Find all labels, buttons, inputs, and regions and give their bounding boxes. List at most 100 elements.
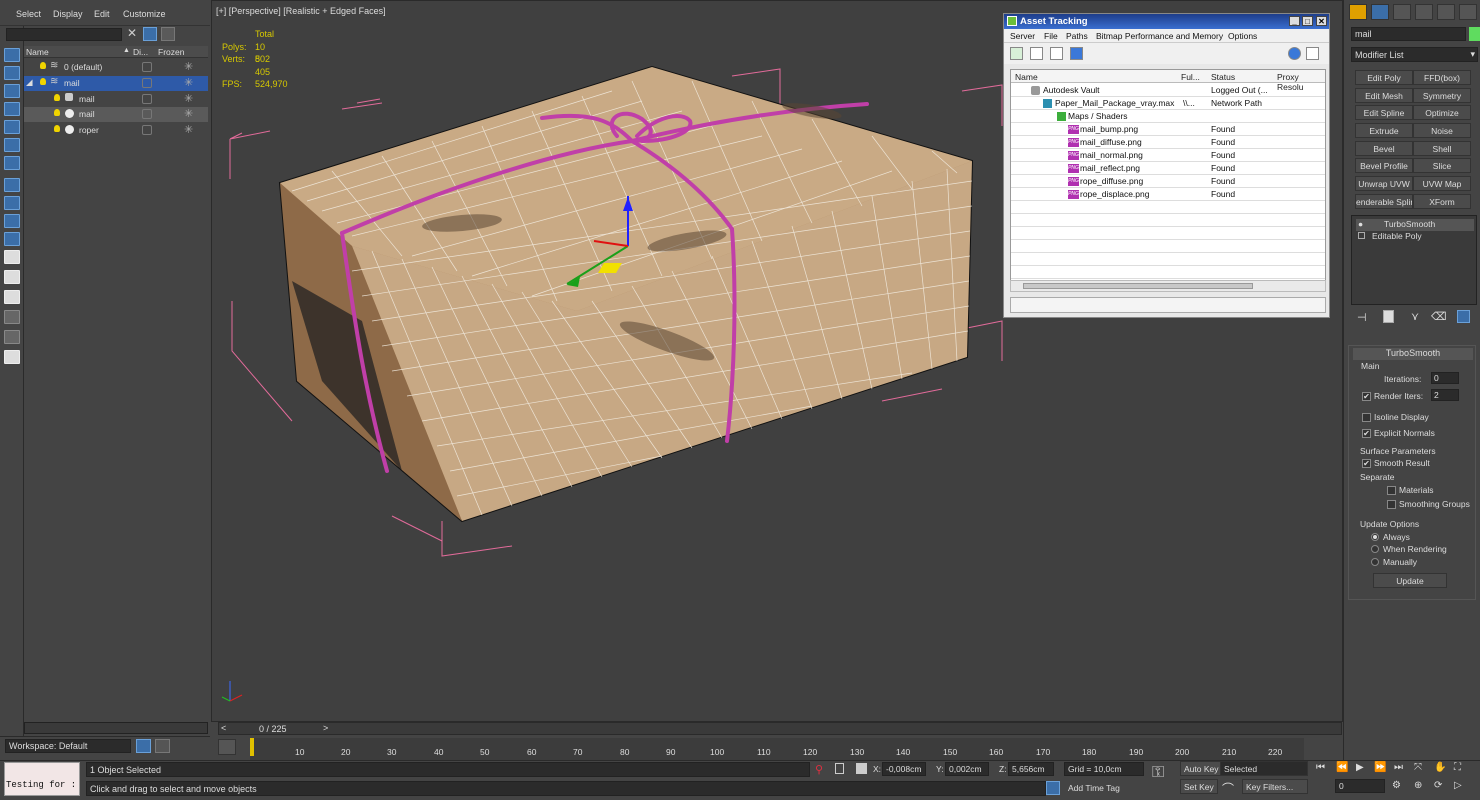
collapse-arrow-icon[interactable]: ◢ — [26, 77, 33, 88]
spacewarp-filter-icon[interactable] — [4, 156, 20, 170]
edit-mesh-button[interactable]: Edit Mesh — [1355, 88, 1413, 103]
light-filter-icon[interactable] — [4, 102, 20, 116]
container-filter-icon[interactable] — [4, 232, 20, 246]
object-row-mail-selected[interactable]: mail ✳ — [24, 107, 208, 122]
asset-row[interactable]: Maps / Shaders — [1011, 110, 1325, 123]
xform-button[interactable]: XForm — [1413, 194, 1471, 209]
time-configuration-icon[interactable]: ⚙ — [1392, 780, 1401, 791]
uvw-map-button[interactable]: UVW Map — [1413, 176, 1471, 191]
isolate-selection-icon[interactable]: ⚲ — [815, 763, 823, 776]
play-icon[interactable]: ▶ — [1356, 762, 1364, 773]
bone-filter-icon[interactable] — [4, 214, 20, 228]
lightbulb-icon[interactable]: ● — [1358, 219, 1363, 229]
freeze-icon[interactable]: ✳ — [184, 92, 193, 105]
time-slider[interactable]: < 0 / 225 > — [218, 722, 1342, 735]
update-button[interactable]: Update — [1373, 573, 1447, 588]
freeze-icon[interactable]: ✳ — [184, 107, 193, 120]
hidden-filter-icon[interactable] — [4, 270, 20, 284]
invert-filter-icon[interactable] — [4, 350, 20, 364]
lightbulb-icon[interactable] — [40, 62, 46, 69]
column-display[interactable]: Di... — [133, 47, 148, 57]
asset-row[interactable]: PNGrope_displace.png Found — [1011, 188, 1325, 201]
go-to-end-icon[interactable]: ⏭ — [1394, 762, 1403, 773]
next-frame-arrow-icon[interactable]: > — [323, 723, 328, 733]
maximize-icon[interactable]: □ — [1302, 16, 1313, 26]
configure-sets-icon[interactable] — [1457, 310, 1470, 323]
x-coordinate-field[interactable]: -0,008cm — [882, 762, 926, 776]
display-tab-icon[interactable] — [1437, 4, 1455, 20]
smoothing-groups-checkbox[interactable] — [1387, 500, 1396, 509]
time-cursor[interactable] — [250, 738, 254, 756]
key-icon[interactable]: ⚿ — [1152, 764, 1164, 782]
minimize-icon[interactable]: _ — [1289, 16, 1300, 26]
selection-lock-icon[interactable] — [835, 763, 844, 774]
modifier-list-dropdown[interactable]: Modifier List ▾ — [1351, 47, 1478, 62]
layer-explorer-icon[interactable] — [155, 739, 170, 753]
layers-icon[interactable] — [136, 739, 151, 753]
add-time-tag[interactable]: Add Time Tag — [1068, 783, 1120, 793]
lightbulb-icon[interactable] — [54, 125, 60, 132]
menu-edit[interactable]: Edit — [94, 9, 110, 19]
group-filter-icon[interactable] — [4, 178, 20, 192]
shell-button[interactable]: Shell — [1413, 141, 1471, 156]
z-coordinate-field[interactable]: 5,656cm — [1008, 762, 1054, 776]
maxscript-listener[interactable] — [4, 762, 80, 796]
asset-row[interactable]: Paper_Mail_Package_vray.max \\... Networ… — [1011, 97, 1325, 110]
freeze-icon[interactable]: ✳ — [184, 123, 193, 136]
modify-tab-icon[interactable] — [1371, 4, 1389, 20]
asset-table-scrollbar[interactable] — [1010, 280, 1326, 292]
menu-display[interactable]: Display — [53, 9, 83, 19]
next-frame-icon[interactable]: ⏩ — [1374, 762, 1386, 773]
asset-row[interactable]: PNGmail_reflect.png Found — [1011, 162, 1325, 175]
auto-key-button[interactable]: Auto Key — [1180, 761, 1223, 776]
geometry-filter-icon[interactable] — [4, 66, 20, 80]
viewport-label[interactable]: [+] [Perspective] [Realistic + Edged Fac… — [216, 6, 386, 16]
object-row-mail[interactable]: mail ✳ — [24, 92, 208, 107]
ffd-box-button[interactable]: FFD(box) — [1413, 70, 1471, 85]
hierarchy-tab-icon[interactable] — [1393, 4, 1411, 20]
utilities-tab-icon[interactable] — [1459, 4, 1477, 20]
current-frame-field[interactable]: 0 — [1335, 779, 1385, 793]
stack-item-turbosmooth[interactable]: ● TurboSmooth — [1356, 219, 1474, 231]
stack-item-editable-poly[interactable]: Editable Poly — [1356, 231, 1474, 243]
asset-row[interactable]: PNGmail_diffuse.png Found — [1011, 136, 1325, 149]
key-filters-button[interactable]: Key Filters... — [1242, 779, 1308, 794]
render-iters-spinner[interactable]: 2 — [1431, 389, 1459, 401]
list-view-icon[interactable] — [1030, 47, 1043, 60]
table-view-icon[interactable] — [1070, 47, 1083, 60]
symmetry-button[interactable]: Symmetry — [1413, 88, 1471, 103]
object-row-roper[interactable]: roper ✳ — [24, 123, 208, 138]
unwrap-uvw-button[interactable]: Unwrap UVW — [1355, 176, 1413, 191]
absolute-mode-icon[interactable] — [856, 763, 867, 774]
make-unique-icon[interactable]: ⋎ — [1411, 310, 1419, 323]
zoom-icon[interactable]: ⊕ — [1414, 780, 1422, 791]
camera-filter-icon[interactable] — [4, 120, 20, 134]
show-end-result-icon[interactable] — [1383, 310, 1394, 323]
column-name[interactable]: Name — [26, 47, 49, 57]
scene-explorer-scrollbar[interactable] — [24, 722, 208, 734]
settings-icon[interactable] — [1306, 47, 1319, 60]
bevel-button[interactable]: Bevel — [1355, 141, 1413, 156]
layer-manager-icon[interactable] — [161, 27, 175, 41]
asset-row[interactable]: PNGmail_normal.png Found — [1011, 149, 1325, 162]
asset-tracking-window[interactable]: Asset Tracking _ □ ✕ Server File Paths B… — [1003, 13, 1330, 318]
object-name-field[interactable]: mail — [1351, 27, 1466, 41]
lightbulb-icon[interactable] — [40, 78, 46, 85]
prev-frame-arrow-icon[interactable]: < — [221, 723, 226, 733]
time-tag-icon[interactable] — [1046, 781, 1060, 795]
select-objects-icon[interactable] — [4, 48, 20, 62]
smooth-result-checkbox[interactable]: ✔ — [1362, 459, 1371, 468]
track-bar[interactable]: 10 20 30 40 50 60 70 80 90 100 110 120 1… — [250, 738, 1304, 760]
previous-frame-icon[interactable]: ⏪ — [1336, 762, 1348, 773]
set-key-button[interactable]: Set Key — [1180, 779, 1218, 794]
all-filter-icon[interactable] — [4, 290, 20, 304]
manually-radio[interactable] — [1371, 558, 1379, 566]
asset-row[interactable]: PNGmail_bump.png Found — [1011, 123, 1325, 136]
display-icon[interactable] — [142, 109, 152, 119]
field-of-view-icon[interactable]: ▷ — [1454, 780, 1462, 791]
menu-bitmap-performance[interactable]: Bitmap Performance and Memory — [1096, 31, 1223, 41]
freeze-icon[interactable]: ✳ — [184, 60, 193, 73]
layer-row-mail[interactable]: ◢ ≋ mail ✳ — [24, 76, 208, 91]
expand-icon[interactable] — [1358, 232, 1365, 239]
motion-tab-icon[interactable] — [1415, 4, 1433, 20]
